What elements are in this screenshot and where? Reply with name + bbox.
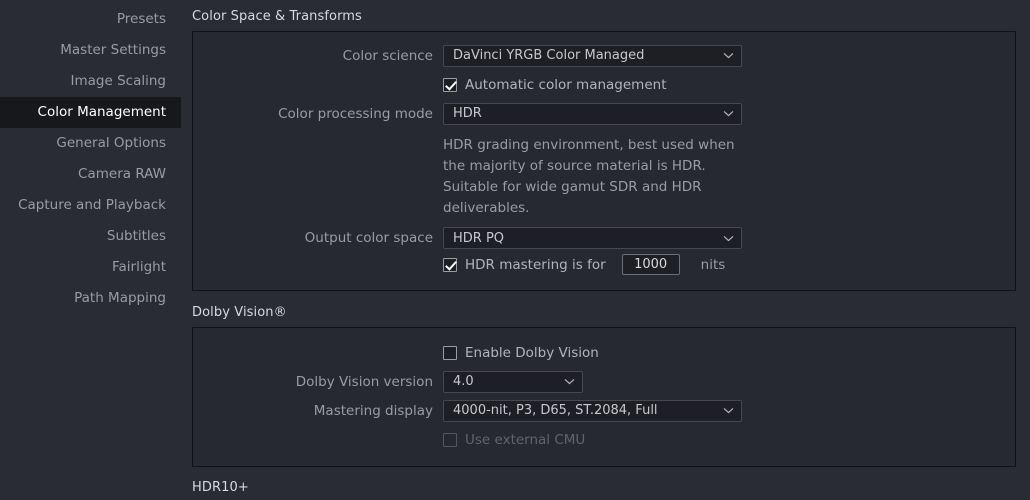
label-hdr-mastering-unit: nits bbox=[700, 256, 726, 273]
dropdown-dolby-vision-version-value: 4.0 bbox=[453, 374, 474, 389]
sidebar-item-label: Camera RAW bbox=[78, 166, 166, 182]
checkbox-automatic-color-management[interactable]: Automatic color management bbox=[443, 77, 667, 93]
sidebar-item-fairlight[interactable]: Fairlight bbox=[0, 252, 181, 283]
sidebar-item-label: Subtitles bbox=[106, 228, 166, 244]
sidebar-item-label: General Options bbox=[56, 135, 166, 151]
chevron-down-icon bbox=[723, 52, 734, 59]
sidebar-item-label: Capture and Playback bbox=[18, 197, 166, 213]
sidebar-item-path-mapping[interactable]: Path Mapping bbox=[0, 283, 181, 314]
dropdown-color-processing-mode[interactable]: HDR bbox=[443, 102, 742, 125]
label-hdr-mastering: HDR mastering is for bbox=[465, 256, 606, 273]
sidebar-item-label: Presets bbox=[116, 11, 166, 27]
sidebar-item-capture-and-playback[interactable]: Capture and Playback bbox=[0, 190, 181, 221]
label-dolby-vision-version: Dolby Vision version bbox=[295, 373, 433, 390]
input-hdr-mastering-nits[interactable]: 1000 bbox=[621, 254, 680, 275]
settings-sidebar: Presets Master Settings Image Scaling Co… bbox=[0, 0, 181, 500]
row-dolby-vision-version: Dolby Vision version 4.0 bbox=[193, 368, 1015, 395]
sidebar-item-label: Master Settings bbox=[60, 42, 166, 58]
text-color-processing-description: HDR grading environment, best used when … bbox=[443, 137, 735, 216]
chevron-down-icon bbox=[723, 110, 734, 117]
dropdown-dolby-vision-version[interactable]: 4.0 bbox=[443, 370, 583, 393]
row-mastering-display: Mastering display 4000-nit, P3, D65, ST.… bbox=[193, 397, 1015, 424]
row-enable-dolby-vision: Enable Dolby Vision bbox=[193, 339, 1015, 366]
chevron-down-icon bbox=[723, 407, 734, 414]
label-automatic-color-management: Automatic color management bbox=[465, 76, 667, 93]
sidebar-item-camera-raw[interactable]: Camera RAW bbox=[0, 159, 181, 190]
sidebar-item-label: Color Management bbox=[37, 104, 166, 120]
label-color-science: Color science bbox=[342, 47, 433, 64]
sidebar-item-subtitles[interactable]: Subtitles bbox=[0, 221, 181, 252]
check-icon[interactable] bbox=[443, 77, 457, 92]
label-output-color-space: Output color space bbox=[304, 230, 433, 246]
dropdown-color-science[interactable]: DaVinci YRGB Color Managed bbox=[443, 44, 742, 67]
dropdown-mastering-display[interactable]: 4000-nit, P3, D65, ST.2084, Full bbox=[443, 399, 742, 422]
section-title-dolby-vision: Dolby Vision® bbox=[192, 305, 287, 320]
panel-dolby-vision: Enable Dolby Vision Dolby Vision version… bbox=[192, 327, 1016, 467]
panel-color-space-transforms: Color science DaVinci YRGB Color Managed… bbox=[192, 31, 1016, 291]
checkbox-icon[interactable] bbox=[443, 345, 457, 360]
chevron-down-icon bbox=[723, 235, 734, 242]
row-output-color-space: Output color space HDR PQ bbox=[193, 219, 1015, 249]
sidebar-item-label: Image Scaling bbox=[70, 73, 166, 89]
label-use-external-cmu: Use external CMU bbox=[465, 431, 586, 448]
checkbox-enable-dolby-vision[interactable]: Enable Dolby Vision bbox=[443, 345, 599, 361]
sidebar-item-image-scaling[interactable]: Image Scaling bbox=[0, 66, 181, 97]
label-color-processing-mode: Color processing mode bbox=[278, 105, 433, 122]
dropdown-output-color-space[interactable]: HDR PQ bbox=[443, 227, 742, 249]
dropdown-color-processing-mode-value: HDR bbox=[453, 106, 482, 121]
sidebar-item-general-options[interactable]: General Options bbox=[0, 128, 181, 159]
row-color-processing-description: HDR grading environment, best used when … bbox=[193, 127, 1015, 219]
sidebar-item-color-management[interactable]: Color Management bbox=[0, 97, 181, 128]
sidebar-item-master-settings[interactable]: Master Settings bbox=[0, 35, 181, 66]
dropdown-color-science-value: DaVinci YRGB Color Managed bbox=[453, 48, 645, 63]
label-enable-dolby-vision: Enable Dolby Vision bbox=[465, 344, 599, 361]
row-hdr-mastering: HDR mastering is for 1000 nits bbox=[193, 251, 1015, 278]
chevron-down-icon bbox=[564, 378, 575, 385]
sidebar-item-presets[interactable]: Presets bbox=[0, 4, 181, 35]
row-color-science: Color science DaVinci YRGB Color Managed bbox=[193, 42, 1015, 69]
checkbox-icon bbox=[443, 432, 457, 447]
dropdown-output-color-space-value: HDR PQ bbox=[453, 230, 505, 246]
label-mastering-display: Mastering display bbox=[313, 402, 433, 419]
row-color-processing-mode: Color processing mode HDR bbox=[193, 100, 1015, 127]
sidebar-item-label: Path Mapping bbox=[74, 290, 166, 306]
checkbox-hdr-mastering[interactable] bbox=[443, 257, 457, 272]
row-use-external-cmu: Use external CMU bbox=[193, 426, 1015, 453]
section-title-hdr10plus: HDR10+ bbox=[192, 480, 249, 495]
sidebar-item-label: Fairlight bbox=[111, 259, 166, 275]
row-automatic-color-management: Automatic color management bbox=[193, 71, 1015, 98]
section-title-color-space-transforms: Color Space & Transforms bbox=[192, 9, 362, 24]
color-management-settings-page: Presets Master Settings Image Scaling Co… bbox=[0, 0, 1030, 500]
checkbox-use-external-cmu: Use external CMU bbox=[443, 432, 585, 448]
settings-content: Color Space & Transforms Color science D… bbox=[181, 0, 1030, 500]
dropdown-mastering-display-value: 4000-nit, P3, D65, ST.2084, Full bbox=[453, 403, 658, 418]
